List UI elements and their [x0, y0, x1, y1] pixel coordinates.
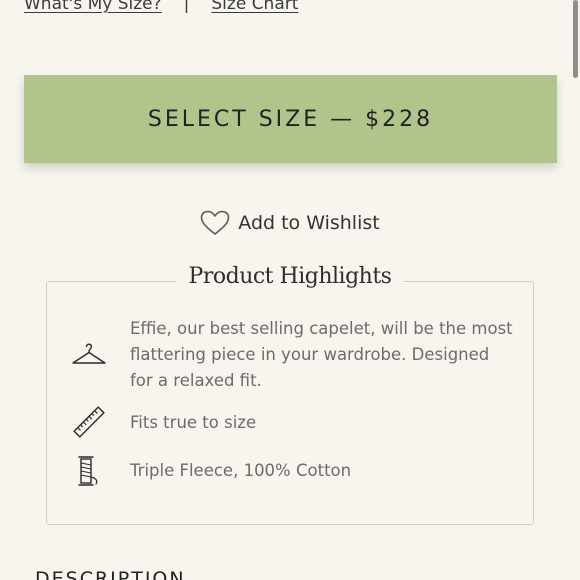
link-separator: | — [183, 0, 190, 14]
product-highlights-box: Product Highlights Effie, our best selli… — [46, 264, 534, 525]
spool-icon — [78, 456, 98, 486]
select-size-label: SELECT SIZE — $228 — [147, 106, 434, 132]
size-chart-link[interactable]: Size Chart — [211, 0, 298, 14]
description-heading[interactable]: DESCRIPTION — [35, 568, 186, 580]
highlight-text-fit: Effie, our best selling capelet, will be… — [130, 319, 513, 390]
scrollbar[interactable] — [573, 0, 578, 78]
product-highlights-title: Product Highlights — [176, 264, 404, 289]
highlight-text-size: Fits true to size — [130, 413, 257, 432]
size-links: What's My Size? | Size Chart — [24, 0, 298, 14]
heart-icon — [200, 210, 230, 235]
hanger-icon — [72, 343, 106, 364]
wishlist-label: Add to Wishlist — [238, 212, 380, 234]
ruler-icon — [73, 406, 105, 438]
product-page: What's My Size? | Size Chart SELECT SIZE… — [0, 0, 580, 580]
whats-my-size-link[interactable]: What's My Size? — [24, 0, 162, 14]
highlight-text-material: Triple Fleece, 100% Cotton — [130, 461, 352, 480]
select-size-button[interactable]: SELECT SIZE — $228 — [24, 75, 557, 163]
add-to-wishlist-button[interactable]: Add to Wishlist — [0, 210, 580, 236]
